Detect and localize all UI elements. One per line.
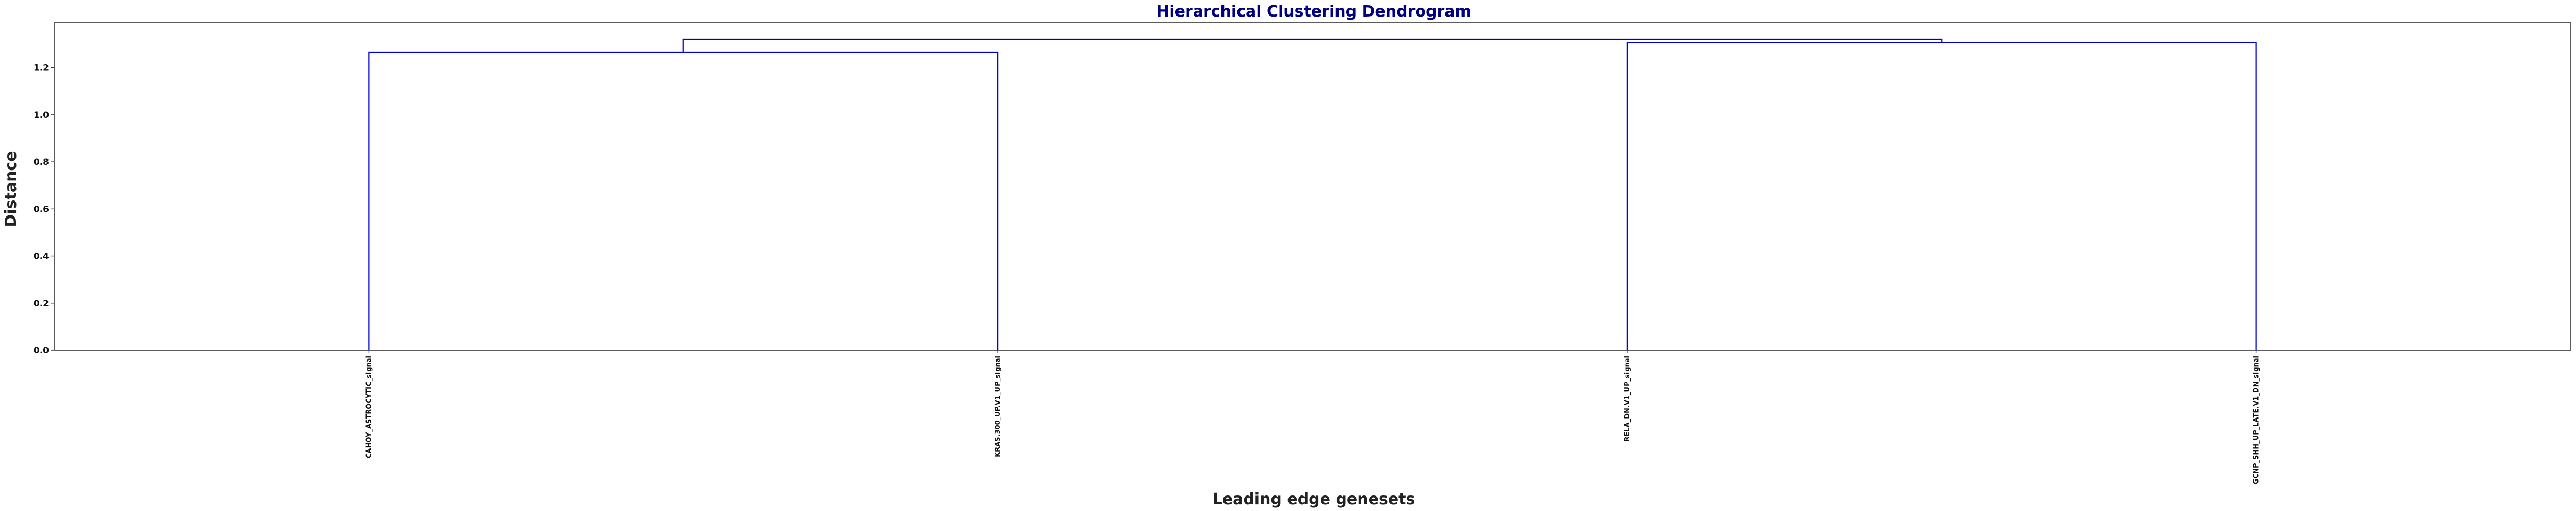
y-tick-label: 0.6 (34, 204, 49, 214)
y-axis-label: Distance (2, 151, 20, 227)
y-tick-label: 0.4 (34, 252, 49, 262)
x-axis-label: Leading edge genesets (1213, 490, 1416, 508)
dendrogram-links (368, 38, 2257, 350)
leaf-label: RELA_DN.V1_UP_signal (1624, 355, 1631, 442)
y-tick-label: 1.0 (34, 110, 49, 120)
leaf-labels: CAHOY_ASTROCYTIC_signal KRAS.300_UP.V1_UP… (365, 350, 2261, 484)
dendrogram-chart: Hierarchical Clustering Dendrogram 0.00.… (2, 3, 2571, 508)
y-axis-ticks: 0.0 0.2 0.4 0.6 0.8 1.0 1.2 (34, 63, 54, 356)
dendrogram-link-2 (682, 38, 1943, 53)
leaf-label: GCNP_SHH_UP_LATE.V1_DN_signal (2253, 355, 2261, 484)
y-tick-label: 0.8 (34, 157, 49, 167)
y-tick-label: 0.0 (34, 346, 49, 356)
chart-title: Hierarchical Clustering Dendrogram (1156, 3, 1471, 21)
leaf-label: CAHOY_ASTROCYTIC_signal (365, 355, 373, 458)
dendrogram-link-0 (368, 51, 999, 350)
y-tick-label: 0.2 (34, 299, 49, 309)
leaf-label: KRAS.300_UP.V1_UP_signal (994, 355, 1002, 457)
plot-frame (54, 22, 2571, 351)
dendrogram-link-1 (1626, 42, 2257, 350)
y-tick-label: 1.2 (34, 63, 49, 73)
